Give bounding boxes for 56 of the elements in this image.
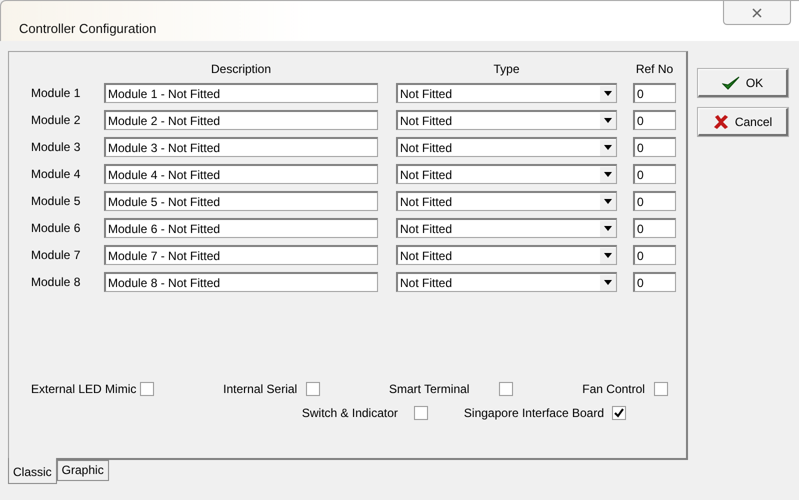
option-label: Singapore Interface Board <box>464 406 604 420</box>
description-field[interactable]: Module 5 - Not Fitted <box>104 191 378 211</box>
description-field[interactable]: Module 7 - Not Fitted <box>104 245 378 265</box>
close-icon <box>712 114 729 130</box>
type-dropdown[interactable]: Not Fitted <box>396 245 617 265</box>
tab[interactable]: Classic <box>8 458 57 484</box>
close-button[interactable] <box>723 1 791 25</box>
column-header: Description <box>210 62 272 76</box>
module-label: Module 7 <box>31 248 82 262</box>
checkmark-icon <box>722 76 740 90</box>
checkbox[interactable] <box>499 382 514 396</box>
tab[interactable]: Graphic <box>56 460 109 481</box>
module-label: Module 3 <box>31 140 82 154</box>
ref-no-field[interactable]: 0 <box>633 245 676 265</box>
description-field[interactable]: Module 3 - Not Fitted <box>104 137 378 157</box>
ref-no-field[interactable]: 0 <box>633 110 676 130</box>
type-dropdown[interactable]: Not Fitted <box>396 164 617 184</box>
type-dropdown[interactable]: Not Fitted <box>396 110 617 130</box>
type-dropdown[interactable]: Not Fitted <box>396 137 617 157</box>
ref-no-field[interactable]: 0 <box>633 191 676 211</box>
window-title: Controller Configuration <box>19 21 156 36</box>
type-dropdown[interactable]: Not Fitted <box>396 191 617 211</box>
description-field[interactable]: Module 2 - Not Fitted <box>104 110 378 130</box>
description-field[interactable]: Module 1 - Not Fitted <box>104 83 378 103</box>
module-label: Module 2 <box>31 113 82 127</box>
ok-button[interactable]: OK <box>698 69 788 97</box>
module-label: Module 4 <box>31 167 82 181</box>
description-field[interactable]: Module 6 - Not Fitted <box>104 218 378 238</box>
module-label: Module 8 <box>31 275 82 289</box>
option-label: Internal Serial <box>223 382 298 396</box>
type-dropdown[interactable]: Not Fitted <box>396 83 617 103</box>
checkbox[interactable] <box>306 382 320 396</box>
ref-no-field[interactable]: 0 <box>633 83 676 103</box>
ref-no-field[interactable]: 0 <box>633 218 676 238</box>
module-label: Module 1 <box>31 86 82 100</box>
ref-no-field[interactable]: 0 <box>633 164 676 184</box>
column-header: Type <box>492 62 520 76</box>
column-header: Ref No <box>634 62 674 76</box>
option-label: Fan Control <box>582 382 645 396</box>
checkbox[interactable] <box>140 382 154 396</box>
checkbox[interactable] <box>612 406 626 420</box>
type-dropdown[interactable]: Not Fitted <box>396 272 617 292</box>
option-label: External LED Mimic <box>31 382 136 396</box>
module-label: Module 5 <box>31 194 82 208</box>
checkbox[interactable] <box>654 382 668 396</box>
option-label: Switch & Indicator <box>302 406 398 420</box>
description-field[interactable]: Module 4 - Not Fitted <box>104 164 378 184</box>
option-label: Smart Terminal <box>389 382 470 396</box>
close-icon <box>752 8 762 18</box>
ref-no-field[interactable]: 0 <box>633 272 676 292</box>
ref-no-field[interactable]: 0 <box>633 137 676 157</box>
type-dropdown[interactable]: Not Fitted <box>396 218 617 238</box>
checkbox[interactable] <box>414 406 428 420</box>
description-field[interactable]: Module 8 - Not Fitted <box>104 272 378 292</box>
cancel-button[interactable]: Cancel <box>698 108 788 136</box>
module-label: Module 6 <box>31 221 82 235</box>
